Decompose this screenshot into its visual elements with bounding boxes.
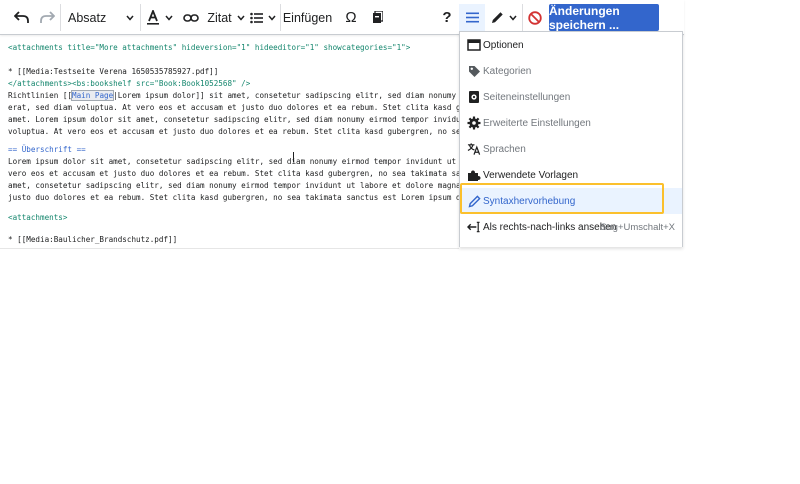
menu-item-view-rtl[interactable]: Als rechts-nach-links ansehen Strg+Umsch… <box>460 214 682 240</box>
chevron-down-icon <box>126 15 134 21</box>
language-icon <box>467 142 481 156</box>
menu-item-label: Erweiterte Einstellungen <box>483 117 591 129</box>
puzzle-icon <box>372 11 383 23</box>
link-icon <box>183 13 199 22</box>
cancel-icon <box>528 10 542 25</box>
editor-line: voluptua. At vero eos et accusam et just… <box>8 127 459 136</box>
tag-icon <box>467 64 481 78</box>
help-button[interactable]: ? <box>436 4 458 31</box>
pencil-icon <box>467 194 481 208</box>
menu-item-advanced-settings[interactable]: Erweiterte Einstellungen <box>460 110 682 136</box>
help-icon: ? <box>442 9 452 26</box>
menu-item-label: Kategorien <box>483 65 532 77</box>
editor-line: </attachments><bs:bookshelf src="Book:Bo… <box>8 79 251 88</box>
editor-line: justo duo dolores et ea rebum. Stet clit… <box>8 193 459 202</box>
editor-line: * [[Media:Baulicher_Brandschutz.pdf]] <box>8 235 178 244</box>
cancel-button[interactable] <box>523 4 547 31</box>
template-button[interactable] <box>365 4 389 31</box>
bullet-list-icon <box>250 12 263 23</box>
special-character-button[interactable]: Ω <box>338 4 364 31</box>
menu-item-label: Sprachen <box>483 143 526 155</box>
chevron-down-icon <box>509 15 517 21</box>
editor-line: * [[Media:Testseite Verena 1650535785927… <box>8 67 219 76</box>
undo-button[interactable] <box>8 4 34 31</box>
menu-item-page-settings[interactable]: Seiteneinstellungen <box>460 84 682 110</box>
gear-icon <box>467 116 481 130</box>
wikitext-editor[interactable]: <attachments title="More attachments" hi… <box>0 36 459 248</box>
editor-heading-line: == Überschrift == <box>8 145 86 154</box>
page-options-menu-button[interactable] <box>459 4 485 31</box>
rtl-icon <box>467 220 481 234</box>
omega-icon: Ω <box>345 9 357 26</box>
chevron-down-icon <box>237 15 245 21</box>
menu-item-syntax-highlighting[interactable]: Syntaxhervorhebung <box>460 188 682 214</box>
menu-item-languages[interactable]: Sprachen <box>460 136 682 162</box>
undo-icon <box>13 11 29 23</box>
insert-label: Einfügen <box>282 10 333 25</box>
puzzle-icon <box>467 168 481 182</box>
editor-line: Lorem ipsum dolor sit amet, consetetur s… <box>8 157 457 166</box>
editor-line: <attachments> <box>8 213 68 222</box>
menu-item-label: Verwendete Vorlagen <box>483 169 579 181</box>
chevron-down-icon <box>165 15 173 21</box>
redo-icon <box>39 11 55 23</box>
redo-button[interactable] <box>34 4 60 31</box>
menu-item-used-templates[interactable]: Verwendete Vorlagen <box>460 162 682 188</box>
chevron-down-icon <box>268 15 276 21</box>
menu-item-label: Seiteneinstellungen <box>483 91 571 103</box>
format-label: Absatz <box>68 10 107 25</box>
page-options-menu: Optionen Kategorien Seiteneinstellungen … <box>459 31 683 247</box>
menu-item-label: Optionen <box>483 39 524 51</box>
editor-line: amet. Lorem ipsum dolor sit amet, conset… <box>8 115 459 124</box>
menu-item-categories[interactable]: Kategorien <box>460 58 682 84</box>
menu-item-options[interactable]: Optionen <box>460 32 682 58</box>
menu-item-label: Als rechts-nach-links ansehen <box>483 221 617 233</box>
keyboard-shortcut: Strg+Umschalt+X <box>600 221 675 233</box>
menu-item-label: Syntaxhervorhebung <box>483 195 576 207</box>
edit-mode-dropdown[interactable] <box>488 4 520 31</box>
editor-divider <box>0 248 459 249</box>
main-page-link[interactable]: Main Page <box>71 90 115 101</box>
save-changes-button[interactable]: Änderungen speichern ... <box>549 4 659 32</box>
editor-line: erat, sed diam voluptua. At vero eos et … <box>8 103 459 112</box>
pencil-icon <box>492 12 503 23</box>
cite-label: Zitat <box>207 10 232 25</box>
editor-line: Richtlinien [[Main Page|Lorem ipsum dolo… <box>8 90 457 101</box>
format-dropdown[interactable]: Absatz <box>62 4 140 31</box>
insert-dropdown[interactable]: Einfügen <box>282 4 336 31</box>
editor-line: <attachments title="More attachments" hi… <box>8 43 411 52</box>
editor-line: vero eos et accusam et justo duo dolores… <box>8 169 459 178</box>
link-button[interactable] <box>178 4 204 31</box>
hamburger-icon <box>465 12 479 23</box>
editor-toolbar: Absatz Zitat Einfügen Ω ? Änderungen spe… <box>0 0 684 35</box>
cite-dropdown[interactable]: Zitat <box>206 4 246 31</box>
window-icon <box>467 38 481 52</box>
editor-line: amet, consetetur sadipscing elitr, sed d… <box>8 181 459 190</box>
text-style-icon <box>147 10 159 25</box>
text-caret <box>293 152 294 162</box>
page-settings-icon <box>467 90 481 104</box>
text-style-dropdown[interactable] <box>143 4 177 31</box>
list-dropdown[interactable] <box>249 4 277 31</box>
